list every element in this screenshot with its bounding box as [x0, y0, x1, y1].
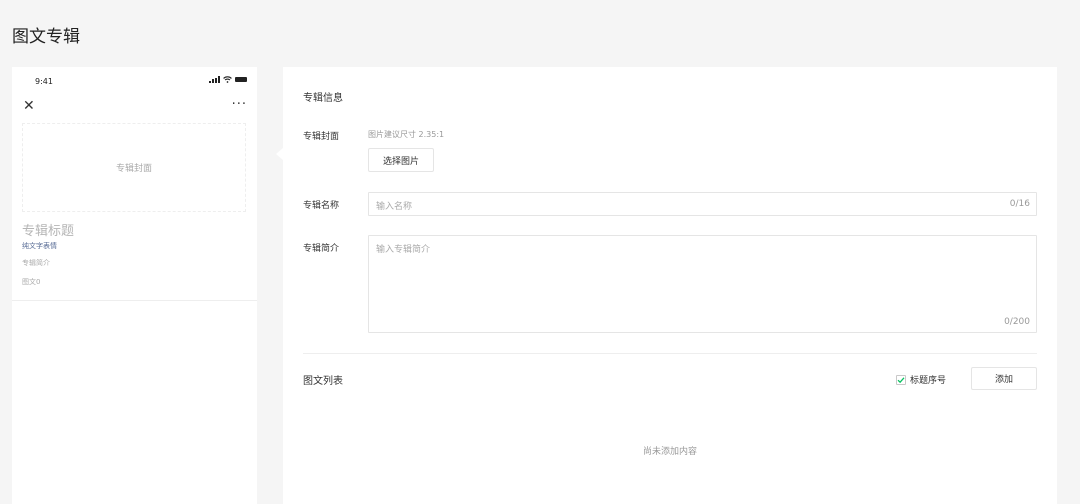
album-intro: 专辑简介	[22, 259, 50, 267]
intro-counter: 0/200	[1004, 317, 1030, 327]
name-counter: 0/16	[1009, 199, 1030, 209]
album-count: 图文0	[22, 278, 41, 286]
empty-state: 尚未添加内容	[642, 447, 697, 457]
section-title: 专辑信息	[303, 93, 343, 104]
battery-icon	[235, 77, 247, 82]
name-input[interactable]: 输入名称 0/16	[368, 192, 1037, 216]
checkbox-label: 标题序号	[910, 376, 947, 386]
add-button[interactable]: 添加	[971, 367, 1037, 390]
cover-label: 专辑封面	[303, 132, 340, 142]
title-number-checkbox[interactable]: 标题序号	[896, 373, 946, 386]
select-image-button[interactable]: 选择图片	[368, 148, 434, 172]
intro-label: 专辑简介	[303, 244, 340, 254]
album-meta[interactable]: 纯文字表情	[22, 241, 57, 251]
list-title: 图文列表	[303, 376, 343, 387]
divider	[12, 300, 257, 301]
check-icon	[897, 376, 905, 383]
status-bar: 9:41	[12, 67, 257, 95]
cover-preview: 专辑封面	[22, 123, 246, 212]
phone-preview: 9:41 ✕ ··· 专辑封面 专辑标题 纯文字表情 专辑简介 图文0	[12, 67, 257, 504]
more-icon[interactable]: ···	[232, 97, 247, 113]
name-label: 专辑名称	[303, 201, 340, 211]
checkbox[interactable]	[896, 374, 906, 385]
status-icons	[209, 76, 247, 83]
name-placeholder: 输入名称	[376, 202, 413, 212]
intro-placeholder: 输入专辑简介	[376, 245, 431, 255]
page-title: 图文专辑	[12, 27, 80, 47]
cover-hint: 图片建议尺寸 2.35:1	[368, 130, 445, 139]
album-title: 专辑标题	[22, 224, 75, 239]
close-icon[interactable]: ✕	[23, 98, 35, 114]
album-form: 专辑信息 专辑封面 图片建议尺寸 2.35:1 选择图片 专辑名称 输入名称 0…	[283, 67, 1057, 504]
pointer-arrow	[276, 148, 283, 160]
divider	[303, 353, 1037, 354]
signal-icon	[209, 76, 220, 83]
cover-placeholder: 专辑封面	[115, 164, 152, 174]
wifi-icon	[223, 76, 232, 83]
intro-textarea[interactable]: 输入专辑简介 0/200	[368, 235, 1037, 333]
status-time: 9:41	[35, 77, 53, 86]
